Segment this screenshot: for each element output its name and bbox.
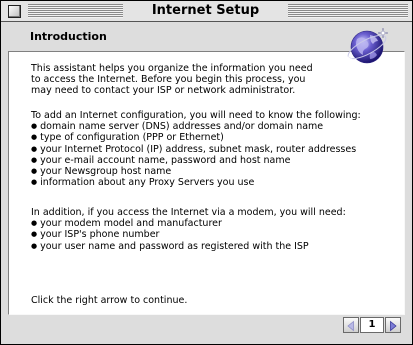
close-box-icon[interactable] (8, 5, 21, 18)
list-item: your Newsgroup host name (31, 166, 401, 177)
list-item: type of configuration (PPP or Ethernet) (31, 132, 401, 143)
modem-intro: In addition, if you access the Internet … (31, 207, 346, 218)
assistant-window: Internet Setup Assistant Introduction Th… (0, 0, 413, 345)
list-item: domain name server (DNS) addresses and/o… (31, 121, 401, 132)
next-page-button[interactable] (385, 317, 401, 333)
content-panel: This assistant helps you organize the in… (8, 51, 405, 315)
left-arrow-icon (347, 320, 354, 332)
requirements-section: To add an Internet configuration, you wi… (31, 110, 401, 188)
intro-line: to access the Internet. Before you begin… (31, 74, 306, 86)
list-item: your modem model and manufacturer (31, 218, 401, 229)
page-number: 1 (360, 317, 384, 333)
title-bar[interactable]: Internet Setup Assistant (1, 1, 412, 36)
modem-section: In addition, if you access the Internet … (31, 207, 401, 252)
list-item: information about any Proxy Servers you … (31, 177, 401, 188)
list-item: your e-mail account name, password and h… (31, 155, 401, 166)
window-title: Internet Setup Assistant (123, 2, 288, 36)
right-arrow-icon (390, 320, 397, 332)
previous-page-button[interactable] (343, 317, 359, 333)
title-bar-stripes-right (288, 4, 408, 18)
title-bar-stripes-left (28, 4, 123, 18)
footer: 1 (1, 315, 412, 344)
continue-text: Click the right arrow to continue. (31, 295, 188, 306)
list-item: your Internet Protocol (IP) address, sub… (31, 144, 401, 155)
list-item: your user name and password as registere… (31, 241, 401, 252)
intro-line: may need to contact your ISP or network … (31, 85, 296, 97)
page-navigator: 1 (343, 317, 403, 335)
requirements-intro: To add an Internet configuration, you wi… (31, 110, 361, 121)
globe-icon (345, 27, 389, 64)
list-item: your ISP's phone number (31, 229, 401, 240)
continue-instruction: Click the right arrow to continue. (31, 295, 401, 306)
section-title: Introduction (30, 30, 107, 43)
